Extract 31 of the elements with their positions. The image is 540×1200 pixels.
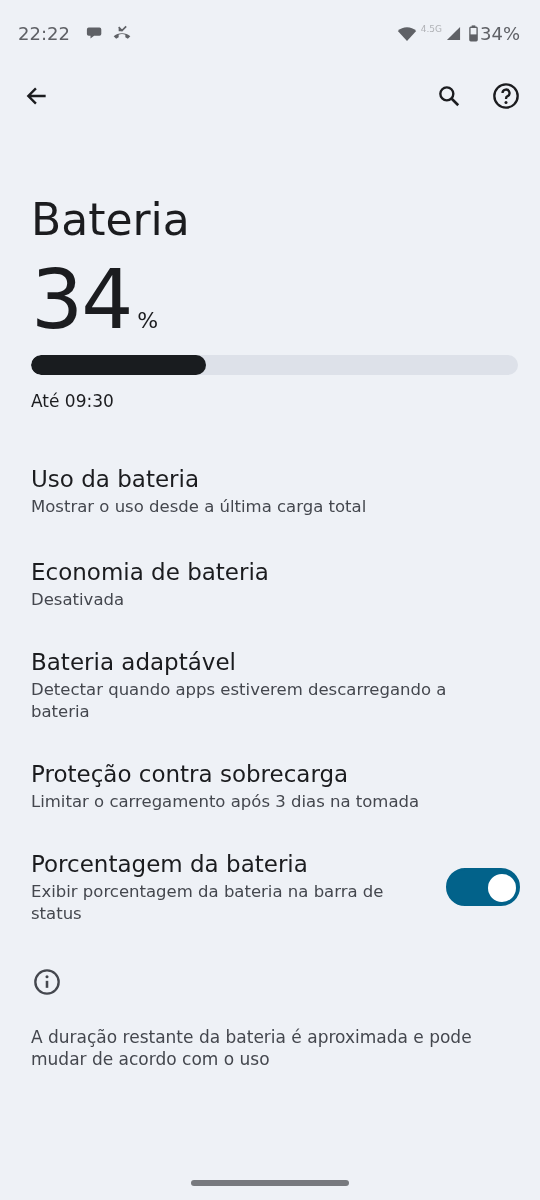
battery-percent: 34% bbox=[480, 22, 520, 44]
footer-note: A duração restante da bateria é aproximada e pode mudar de acordo com o uso bbox=[31, 1025, 473, 1070]
status-time: 22:22 bbox=[18, 22, 70, 44]
settings-item-title: Bateria adaptável bbox=[31, 647, 237, 677]
settings-item[interactable]: Economia de bateria Desativada bbox=[0, 539, 540, 633]
settings-item-title: Economia de bateria bbox=[31, 557, 270, 587]
settings-item-subtitle: Desativada bbox=[31, 588, 126, 611]
battery-estimate: Até 09:30 bbox=[31, 390, 115, 411]
signal-icon bbox=[446, 25, 461, 41]
settings-item-subtitle: Mostrar o uso desde a última carga total bbox=[31, 495, 368, 518]
search-icon bbox=[436, 83, 462, 109]
settings-item[interactable]: Porcentagem da bateria Exibir porcentagem da bateria na barra de status bbox=[0, 834, 540, 944]
info-icon bbox=[33, 967, 61, 996]
page-title: Bateria bbox=[31, 194, 191, 247]
navigation-handle[interactable] bbox=[191, 1180, 349, 1186]
network-type: 4.5G bbox=[420, 24, 442, 34]
settings-item[interactable]: Uso da bateria Mostrar o uso desde a última carga total bbox=[0, 446, 540, 540]
settings-item[interactable]: Proteção contra sobrecarga Limitar o carregamento após 3 dias na tomada bbox=[0, 741, 540, 835]
settings-item-subtitle: Exibir porcentagem da bateria na barra de status bbox=[31, 880, 385, 925]
settings-item-title: Proteção contra sobrecarga bbox=[31, 759, 350, 789]
battery-icon bbox=[469, 24, 478, 42]
settings-item-title: Uso da bateria bbox=[31, 464, 200, 494]
settings-item-subtitle: Detectar quando apps estiverem descarregando a bateria bbox=[31, 678, 448, 723]
percent-sign: % bbox=[137, 307, 159, 333]
battery-level-number: 34 bbox=[31, 258, 132, 341]
settings-item-title: Porcentagem da bateria bbox=[31, 849, 309, 879]
settings-item[interactable]: Bateria adaptável Detectar quando apps estiverem descarregando a bateria bbox=[0, 632, 540, 742]
wifi-icon bbox=[396, 24, 417, 42]
settings-item-subtitle: Limitar o carregamento após 3 dias na tomada bbox=[31, 790, 421, 813]
help-icon bbox=[492, 82, 520, 110]
toggle-switch[interactable] bbox=[446, 867, 520, 906]
